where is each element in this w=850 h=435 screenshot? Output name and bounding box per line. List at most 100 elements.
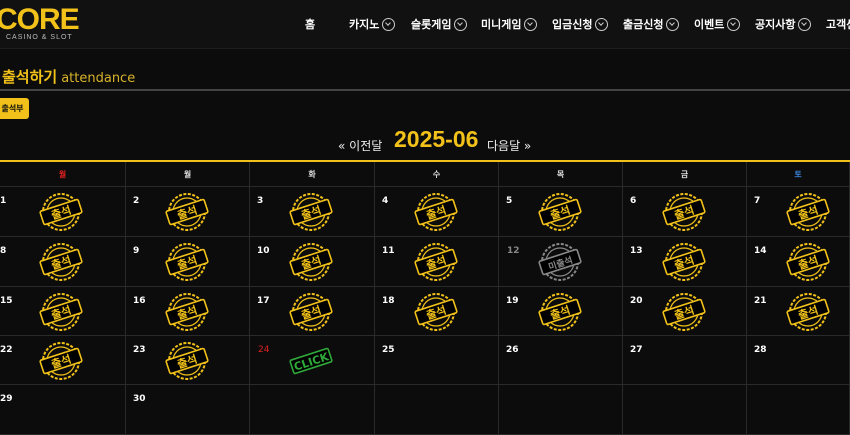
day-number: 8 <box>0 246 7 256</box>
nav-item-label: 슬롯게임 <box>411 18 452 31</box>
page-title-text: 출석하기 <box>2 68 58 86</box>
svg-text:출석: 출석 <box>175 203 199 223</box>
weekday-header: 목 <box>499 162 623 187</box>
day-number: 13 <box>630 246 643 256</box>
attendance-book-button[interactable]: 출석부 <box>0 98 29 119</box>
chevron-down-icon <box>666 17 680 31</box>
chevron-down-icon <box>595 17 609 31</box>
calendar-day-cell: 6 출석 <box>623 187 747 237</box>
day-number: 21 <box>754 296 767 306</box>
attendance-stamp-icon: 출석 <box>413 192 459 232</box>
svg-text:출석: 출석 <box>548 203 572 223</box>
day-number: 17 <box>257 296 270 306</box>
nav-item-6[interactable]: 출금신청 <box>623 16 680 32</box>
calendar-day-cell: 13 출석 <box>623 237 747 287</box>
nav-item-4[interactable]: 미니게임 <box>481 16 538 32</box>
calendar-day-cell: 5 출석 <box>499 187 623 237</box>
nav-item-8[interactable]: 공지사항 <box>755 16 812 32</box>
day-number: 24 <box>258 345 270 355</box>
attendance-stamp-icon: 출석 <box>164 292 210 332</box>
svg-text:출석: 출석 <box>49 352 73 372</box>
nav-item-5[interactable]: 입금신청 <box>552 16 609 32</box>
prev-month-link[interactable]: « 이전달 <box>338 137 382 154</box>
attendance-stamp-icon: 출석 <box>413 242 459 282</box>
svg-text:출석: 출석 <box>299 203 323 223</box>
day-number: 1 <box>0 196 7 206</box>
next-month-link[interactable]: 다음달 » <box>487 137 531 154</box>
day-number: 23 <box>133 345 146 355</box>
attendance-stamp-icon: 출석 <box>785 242 831 282</box>
calendar-day-cell: 28 <box>747 336 850 385</box>
day-number: 26 <box>506 345 519 355</box>
weekday-header: 화 <box>250 162 375 187</box>
day-number: 19 <box>506 296 519 306</box>
day-number: 11 <box>382 246 395 256</box>
logo-subtitle: CASINO & SLOT <box>6 34 73 41</box>
day-number: 22 <box>0 345 13 355</box>
day-number: 12 <box>507 246 520 256</box>
weekday-header-row: 월월화수목금토 <box>0 162 850 187</box>
nav-item-label: 이벤트 <box>694 18 725 31</box>
calendar-day-cell: 10 출석 <box>250 237 375 287</box>
calendar-day-cell[interactable]: 24 CLICK <box>250 336 375 385</box>
calendar-day-cell: 7 출석 <box>747 187 850 237</box>
attendance-stamp-icon: 출석 <box>164 192 210 232</box>
calendar-day-cell <box>747 385 850 435</box>
attendance-stamp-icon: 출석 <box>38 292 84 332</box>
day-number: 15 <box>0 296 13 306</box>
nav-item-7[interactable]: 이벤트 <box>694 16 741 32</box>
svg-text:출석: 출석 <box>796 303 820 323</box>
attendance-stamp-icon: 출석 <box>164 242 210 282</box>
svg-text:출석: 출석 <box>796 253 820 273</box>
attendance-stamp-icon: 출석 <box>38 192 84 232</box>
nav-item-label: 미니게임 <box>481 18 522 31</box>
day-number: 25 <box>382 345 395 355</box>
nav-item-3[interactable]: 슬롯게임 <box>411 16 468 32</box>
calendar-day-cell: 12 미출석 <box>499 237 623 287</box>
attendance-stamp-icon: 출석 <box>38 242 84 282</box>
attendance-stamp-icon: 출석 <box>661 242 707 282</box>
day-number: 4 <box>382 196 389 206</box>
svg-text:출석: 출석 <box>49 253 73 273</box>
day-number: 30 <box>133 394 146 404</box>
click-stamp-icon[interactable]: CLICK <box>288 341 334 381</box>
svg-text:출석: 출석 <box>175 303 199 323</box>
nav-item-label: 입금신청 <box>552 18 593 31</box>
calendar-day-cell: 18 출석 <box>375 287 499 336</box>
svg-text:출석: 출석 <box>672 303 696 323</box>
nav-item-2[interactable]: 카지노 <box>349 16 396 32</box>
calendar-day-cell: 16 출석 <box>126 287 250 336</box>
nav-item-label: 공지사항 <box>755 18 796 31</box>
weekday-header: 월 <box>126 162 250 187</box>
top-navigation-bar: CORE CASINO & SLOT 홈 카지노 슬롯게임 미니게임 입금신청 출금신청 이… <box>0 0 850 49</box>
nav-item-1[interactable]: 홈 <box>305 16 315 32</box>
day-number: 28 <box>754 345 767 355</box>
attendance-stamp-icon: 출석 <box>288 292 334 332</box>
calendar-day-cell: 25 <box>375 336 499 385</box>
page-title-english: attendance <box>61 71 136 86</box>
attendance-stamp-icon: 출석 <box>785 292 831 332</box>
day-number: 18 <box>382 296 395 306</box>
nav-item-label: 출금신청 <box>623 18 664 31</box>
svg-text:출석: 출석 <box>49 303 73 323</box>
attendance-stamp-icon: 출석 <box>537 292 583 332</box>
attendance-stamp-icon: 출석 <box>164 341 210 381</box>
nav-item-label: 고객센 <box>826 18 850 31</box>
day-number: 29 <box>0 394 13 404</box>
nav-item-9[interactable]: 고객센 <box>826 16 850 32</box>
weekday-header: 수 <box>375 162 499 187</box>
calendar-day-cell: 17 출석 <box>250 287 375 336</box>
attendance-stamp-icon: 출석 <box>537 192 583 232</box>
site-logo[interactable]: CORE CASINO & SLOT <box>0 4 96 44</box>
day-number: 9 <box>133 246 140 256</box>
svg-text:출석: 출석 <box>548 303 572 323</box>
calendar-day-cell: 23 출석 <box>126 336 250 385</box>
calendar-day-cell: 4 출석 <box>375 187 499 237</box>
calendar-day-cell <box>623 385 747 435</box>
month-navigation: « 이전달 2025-06 다음달 » <box>338 125 558 155</box>
chevron-down-icon <box>454 17 468 31</box>
svg-text:출석: 출석 <box>175 352 199 372</box>
svg-text:출석: 출석 <box>299 253 323 273</box>
svg-text:출석: 출석 <box>424 303 448 323</box>
current-month-label: 2025-06 <box>394 126 479 152</box>
